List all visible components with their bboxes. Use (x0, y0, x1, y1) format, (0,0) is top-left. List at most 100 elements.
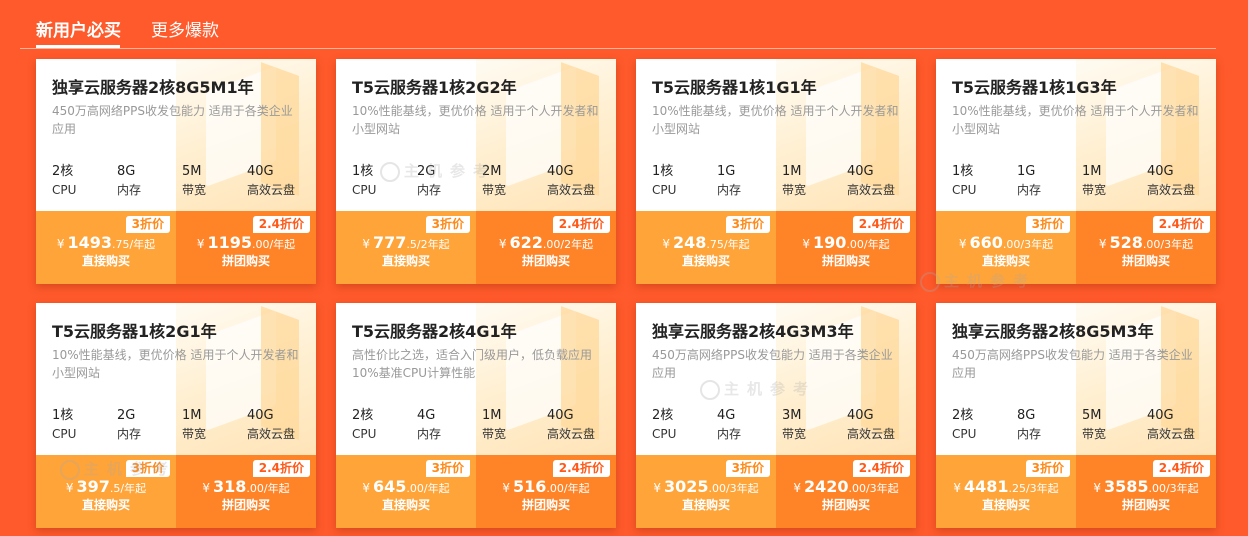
spec-item: 2G 内存 (117, 407, 181, 443)
spec-value: 40G (247, 408, 274, 423)
group-buy-button[interactable]: 2.4折价 ¥318.00/年起 拼团购买 (176, 455, 316, 528)
price: ¥516.00/年起 (476, 477, 616, 496)
spec-value: 1核 (652, 164, 674, 179)
spec-value: 40G (247, 164, 274, 179)
direct-buy-button[interactable]: 3折价 ¥645.00/年起 直接购买 (336, 455, 476, 528)
discount-badge: 3折价 (1025, 216, 1070, 233)
currency-symbol: ¥ (653, 481, 661, 495)
spec-label: 内存 (717, 427, 742, 441)
discount-badge: 2.4折价 (1152, 216, 1210, 233)
group-buy-button[interactable]: 2.4折价 ¥516.00/年起 拼团购买 (476, 455, 616, 528)
price: ¥318.00/年起 (176, 477, 316, 496)
spec-value: 1G (717, 164, 736, 179)
price-value: 2420 (803, 477, 849, 496)
spec-item: 1核 CPU (652, 163, 716, 199)
spec-item: 40G 高效云盘 (847, 407, 911, 443)
spec-item: 1M 带宽 (1082, 163, 1146, 199)
currency-symbol: ¥ (662, 237, 671, 251)
price-suffix: .5/2年起 (406, 238, 450, 251)
direct-buy-button[interactable]: 3折价 ¥248.75/年起 直接购买 (636, 211, 776, 284)
spec-value: 40G (1147, 408, 1174, 423)
direct-buy-button[interactable]: 3折价 ¥1493.75/年起 直接购买 (36, 211, 176, 284)
price-suffix: .00/年起 (246, 482, 290, 495)
spec-label: 内存 (717, 183, 742, 197)
spec-label: 高效云盘 (847, 183, 896, 197)
spec-item: 40G 高效云盘 (247, 163, 311, 199)
spec-value: 40G (847, 408, 874, 423)
price-value: 622 (509, 233, 543, 252)
currency-symbol: ¥ (1093, 481, 1101, 495)
price-value: 397 (76, 477, 110, 496)
price: ¥1493.75/年起 (36, 233, 176, 252)
spec-value: 2G (117, 408, 136, 423)
group-buy-button[interactable]: 2.4折价 ¥3585.00/3年起 拼团购买 (1076, 455, 1216, 528)
price-suffix: .00/3年起 (1142, 238, 1194, 251)
spec-value: 1M (782, 164, 802, 179)
price-value: 318 (213, 477, 247, 496)
price: ¥528.00/3年起 (1076, 233, 1216, 252)
direct-buy-button[interactable]: 3折价 ¥4481.25/3年起 直接购买 (936, 455, 1076, 528)
direct-buy-label: 直接购买 (81, 254, 130, 268)
spec-label: 高效云盘 (547, 183, 596, 197)
group-buy-button[interactable]: 2.4折价 ¥528.00/3年起 拼团购买 (1076, 211, 1216, 284)
spec-label: CPU (952, 427, 977, 441)
spec-item: 3M 带宽 (782, 407, 846, 443)
spec-label: 带宽 (1082, 427, 1107, 441)
spec-item: 1M 带宽 (482, 407, 546, 443)
tab-new-user[interactable]: 新用户必买 (36, 16, 121, 41)
currency-symbol: ¥ (502, 481, 511, 495)
price-value: 777 (373, 233, 407, 252)
spec-item: 8G 内存 (1017, 407, 1081, 443)
tab-more-deals[interactable]: 更多爆款 (151, 16, 219, 41)
spec-label: 带宽 (782, 183, 807, 197)
card-title: 独享云服务器2核4G3M3年 (652, 322, 854, 341)
discount-badge: 2.4折价 (1152, 460, 1210, 477)
card-description: 高性价比之选，适合入门级用户，低负载应用10%基准CPU计算性能 (352, 348, 593, 380)
spec-label: CPU (952, 183, 977, 197)
group-buy-button[interactable]: 2.4折价 ¥190.00/年起 拼团购买 (776, 211, 916, 284)
group-buy-button[interactable]: 2.4折价 ¥622.00/2年起 拼团购买 (476, 211, 616, 284)
discount-badge: 3折价 (125, 216, 170, 233)
price-value: 645 (373, 477, 407, 496)
card-description: 450万高网络PPS收发包能力 适用于各类企业应用 (52, 104, 293, 136)
spec-item: 1G 内存 (1017, 163, 1081, 199)
direct-buy-button[interactable]: 3折价 ¥397.5/年起 直接购买 (36, 455, 176, 528)
direct-buy-label: 直接购买 (681, 498, 730, 512)
price: ¥190.00/年起 (776, 233, 916, 252)
currency-symbol: ¥ (802, 237, 811, 251)
price-value: 528 (1109, 233, 1143, 252)
direct-buy-button[interactable]: 3折价 ¥660.00/3年起 直接购买 (936, 211, 1076, 284)
card-title: T5云服务器2核4G1年 (352, 322, 517, 341)
card-description: 450万高网络PPS收发包能力 适用于各类企业应用 (652, 348, 893, 380)
group-buy-button[interactable]: 2.4折价 ¥2420.00/3年起 拼团购买 (776, 455, 916, 528)
spec-value: 5M (1082, 408, 1102, 423)
price-value: 516 (513, 477, 547, 496)
price-suffix: .00/2年起 (542, 238, 594, 251)
price-value: 3585 (1103, 477, 1149, 496)
product-card: T5云服务器1核2G2年 10%性能基线，更优价格 适用于个人开发者和小型网站 … (336, 59, 616, 284)
spec-row: 1核 CPU 1G 内存 1M 带宽 40G 高效云盘 (952, 163, 1212, 203)
price-suffix: .00/3年起 (1148, 482, 1199, 495)
direct-buy-button[interactable]: 3折价 ¥777.5/2年起 直接购买 (336, 211, 476, 284)
spec-item: 1核 CPU (352, 163, 416, 199)
group-buy-label: 拼团购买 (221, 498, 270, 512)
price-suffix: .5/年起 (109, 482, 147, 495)
spec-item: 40G 高效云盘 (1147, 163, 1211, 199)
spec-label: CPU (352, 183, 377, 197)
active-tab-indicator (36, 45, 120, 48)
spec-label: CPU (52, 427, 77, 441)
spec-value: 1核 (352, 164, 374, 179)
group-buy-button[interactable]: 2.4折价 ¥1195.00/年起 拼团购买 (176, 211, 316, 284)
spec-row: 2核 CPU 4G 内存 3M 带宽 40G 高效云盘 (652, 407, 912, 447)
direct-buy-button[interactable]: 3折价 ¥3025.00/3年起 直接购买 (636, 455, 776, 528)
card-description: 10%性能基线，更优价格 适用于个人开发者和小型网站 (352, 104, 599, 136)
spec-item: 40G 高效云盘 (847, 163, 911, 199)
spec-label: 内存 (1017, 427, 1042, 441)
currency-symbol: ¥ (498, 237, 507, 251)
spec-item: 40G 高效云盘 (547, 407, 611, 443)
spec-value: 40G (547, 164, 574, 179)
spec-label: CPU (352, 427, 377, 441)
price: ¥3025.00/3年起 (636, 477, 776, 496)
spec-value: 5M (182, 164, 202, 179)
product-card: T5云服务器2核4G1年 高性价比之选，适合入门级用户，低负载应用10%基准CP… (336, 303, 616, 528)
